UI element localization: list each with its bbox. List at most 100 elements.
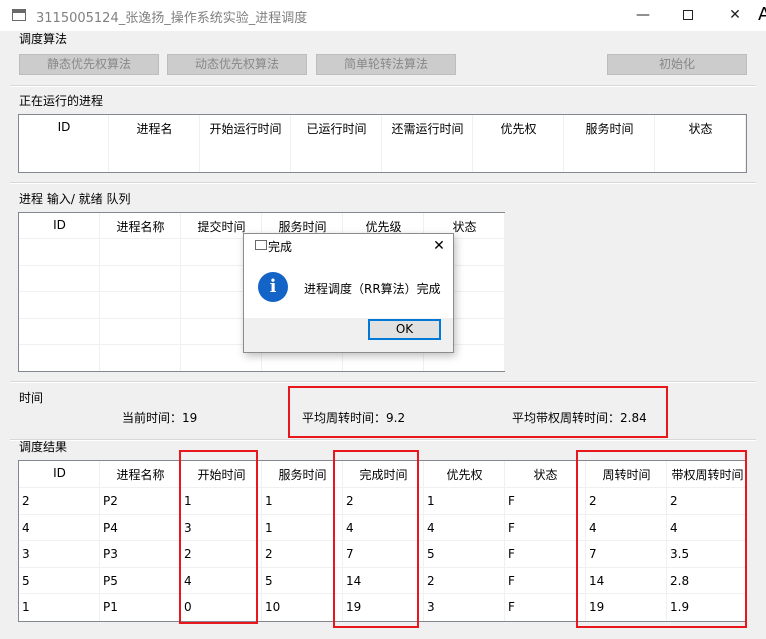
column-header[interactable]: ID: [19, 466, 100, 480]
dialog-message: 进程调度（RR算法）完成: [304, 282, 441, 296]
table-cell: 3.5: [670, 547, 690, 561]
column-divider: [504, 213, 505, 371]
table-cell: 19: [589, 600, 605, 614]
column-header[interactable]: 服务时间: [564, 120, 655, 137]
table-cell: 14: [346, 573, 362, 588]
table-cell: 7: [346, 547, 354, 561]
dialog-close-button[interactable]: ✕: [426, 234, 452, 258]
table-cell: F: [508, 520, 515, 535]
table-cell: 0: [184, 600, 192, 614]
column-header[interactable]: ID: [19, 120, 109, 134]
time-section-label: 时间: [19, 391, 44, 405]
table-cell: 1: [427, 494, 435, 508]
column-header[interactable]: 状态: [505, 466, 586, 483]
column-header[interactable]: 优先权: [424, 466, 505, 483]
table-cell: 5: [427, 547, 435, 561]
column-header[interactable]: 优先权: [473, 120, 564, 137]
column-divider: [745, 115, 746, 172]
column-header[interactable]: 服务时间: [262, 466, 343, 483]
completion-dialog: 完成 ✕ i 进程调度（RR算法）完成 OK: [243, 233, 454, 353]
column-header[interactable]: 开始时间: [181, 466, 262, 483]
running-process-table[interactable]: ID 进程名 开始运行时间 已运行时间 还需运行时间 优先权 服务时间 状态: [18, 114, 747, 173]
column-header[interactable]: 周转时间: [586, 466, 667, 483]
column-header[interactable]: 完成时间: [343, 466, 424, 483]
round-robin-button[interactable]: 简单轮转法算法: [316, 54, 456, 75]
table-cell: 19: [346, 600, 362, 614]
table-cell: 4: [22, 520, 30, 535]
column-header[interactable]: 进程名称: [100, 218, 181, 235]
separator: [10, 439, 756, 441]
table-cell: 1: [184, 494, 192, 508]
table-cell: 2: [265, 547, 273, 561]
column-divider: [99, 213, 100, 371]
table-cell: P5: [103, 573, 118, 588]
separator: [10, 182, 756, 184]
column-header[interactable]: 进程名: [109, 120, 200, 137]
table-cell: 4: [427, 520, 435, 535]
table-cell: 4: [589, 520, 597, 535]
table-row[interactable]: 4 P4 3 1 4 4 F 4 4: [19, 515, 748, 542]
table-cell: 1: [265, 494, 273, 508]
results-section-label: 调度结果: [19, 440, 68, 454]
initialize-button[interactable]: 初始化: [607, 54, 747, 75]
table-cell: P3: [103, 547, 118, 561]
table-cell: 2: [346, 494, 354, 508]
column-header[interactable]: 进程名称: [100, 466, 181, 483]
background-window-edge-text: A: [758, 4, 766, 25]
table-cell: F: [508, 547, 515, 561]
table-cell: 7: [589, 547, 597, 561]
avg-weighted-turnaround-text: 平均带权周转时间：2.84: [512, 411, 647, 425]
table-cell: 5: [265, 573, 273, 588]
table-cell: 1: [265, 520, 273, 535]
close-button[interactable]: ✕: [712, 0, 758, 31]
table-cell: 4: [670, 520, 678, 535]
table-cell: P2: [103, 494, 118, 508]
avg-turnaround-text: 平均周转时间：9.2: [302, 411, 406, 425]
column-header[interactable]: 还需运行时间: [382, 120, 473, 137]
column-header[interactable]: ID: [19, 218, 100, 232]
table-cell: F: [508, 573, 515, 588]
table-cell: 2: [184, 547, 192, 561]
running-section-label: 正在运行的进程: [19, 94, 104, 108]
table-cell: 5: [22, 573, 30, 588]
table-cell: 3: [427, 600, 435, 614]
column-header[interactable]: 已运行时间: [291, 120, 382, 137]
table-cell: 2.8: [670, 573, 690, 588]
table-cell: F: [508, 600, 515, 614]
queue-section-label: 进程 输入/ 就绪 队列: [19, 192, 131, 206]
column-header[interactable]: 带权周转时间: [667, 466, 748, 483]
table-cell: 2: [670, 494, 678, 508]
table-cell: P4: [103, 520, 118, 535]
results-table[interactable]: ID 进程名称 开始时间 服务时间 完成时间 优先权 状态 周转时间 带权周转时间 2 P2 1 1 2 1…: [18, 460, 748, 622]
table-cell: P1: [103, 600, 118, 614]
table-cell: 14: [589, 573, 605, 588]
table-cell: 1: [22, 600, 30, 614]
table-cell: 1.9: [670, 600, 690, 614]
maximize-button[interactable]: [665, 0, 711, 31]
table-row[interactable]: 5 P5 4 5 14 2 F 14 2.8: [19, 568, 748, 595]
static-priority-button[interactable]: 静态优先权算法: [19, 54, 159, 75]
current-time-text: 当前时间：19: [122, 411, 198, 425]
window-title: 3115005124_张逸扬_操作系统实验_进程调度: [36, 11, 308, 26]
dynamic-priority-button[interactable]: 动态优先权算法: [167, 54, 307, 75]
table-cell: 3: [184, 520, 192, 535]
minimize-button[interactable]: —: [620, 0, 666, 31]
table-cell: F: [508, 494, 515, 508]
table-row[interactable]: 1 P1 0 10 19 3 F 19 1.9: [19, 594, 748, 621]
separator: [10, 85, 756, 87]
table-cell: 4: [184, 573, 192, 588]
column-header[interactable]: 状态: [655, 120, 746, 137]
table-cell: 10: [265, 600, 281, 614]
algo-section-label: 调度算法: [19, 32, 68, 46]
table-cell: 4: [346, 520, 354, 535]
table-row[interactable]: 3 P3 2 2 7 5 F 7 3.5: [19, 541, 748, 568]
separator: [10, 381, 756, 383]
table-row[interactable]: 2 P2 1 1 2 1 F 2 2: [19, 488, 748, 515]
maximize-icon: [683, 10, 693, 20]
column-divider: [180, 213, 181, 371]
info-icon: i: [258, 272, 288, 302]
dialog-title: 完成: [268, 240, 293, 254]
app-icon: [12, 9, 26, 21]
column-header[interactable]: 开始运行时间: [200, 120, 291, 137]
ok-button[interactable]: OK: [368, 319, 441, 340]
